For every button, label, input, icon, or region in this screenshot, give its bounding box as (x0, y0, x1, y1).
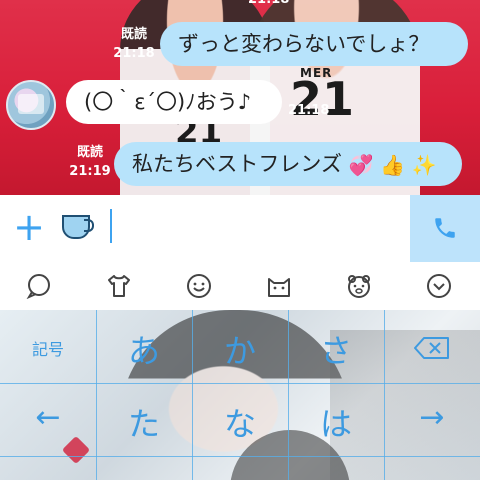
tshirt-icon[interactable] (106, 273, 132, 299)
plus-icon[interactable]: + (12, 207, 46, 247)
key-divider (384, 310, 385, 480)
message-time: 21:18 (288, 103, 330, 118)
key-na[interactable]: な (192, 399, 288, 445)
bear-icon[interactable] (346, 273, 372, 299)
key-sa[interactable]: さ (288, 326, 384, 372)
call-button[interactable] (410, 195, 480, 262)
sparkling-hearts-emoji: 💞 (348, 153, 374, 177)
message-time-top: 21:18 (248, 0, 289, 9)
key-divider (0, 383, 480, 384)
cat-emoticon-icon[interactable] (266, 273, 292, 299)
teacup-sticker-icon[interactable] (58, 209, 94, 245)
chevron-down-icon[interactable] (426, 273, 452, 299)
heart-decoration (61, 435, 91, 465)
message-time: 21:19 (69, 164, 111, 179)
message-bubble-outgoing[interactable]: 私たちベストフレンズ 💞 👍 ✨ (114, 142, 462, 186)
backspace-icon[interactable] (414, 336, 450, 360)
message-meta: 既読 21:18 (110, 25, 158, 63)
key-a[interactable]: あ (96, 326, 192, 372)
key-right-arrow[interactable]: → (384, 400, 480, 435)
key-divider (0, 456, 480, 457)
contact-avatar[interactable] (6, 80, 56, 130)
message-meta: 既読 21:19 (66, 143, 114, 181)
thumbs-up-emoji: 👍 (380, 153, 406, 177)
chat-area: MER 21 21 21:18 既読 21:18 ずっと変わらないでしょ？ (〇… (0, 0, 480, 195)
smiley-icon[interactable] (186, 273, 212, 299)
avatar-image (18, 94, 44, 114)
message-text: 私たちベストフレンズ (132, 152, 342, 176)
speech-bubble-icon[interactable] (26, 273, 52, 299)
key-left-arrow[interactable]: ← (0, 400, 96, 435)
kana-keyboard: 記号 あ か さ ← た な は → (0, 310, 480, 480)
cup-handle (84, 219, 94, 232)
message-time: 21:18 (113, 46, 155, 61)
message-bubble-incoming[interactable]: (〇｀ε´〇)ﾉおう♪ (66, 80, 282, 124)
key-ta[interactable]: た (96, 399, 192, 445)
key-ha[interactable]: は (288, 399, 384, 445)
read-receipt: 既読 (120, 27, 147, 42)
sparkles-emoji: ✨ (411, 153, 437, 177)
message-bubble-outgoing[interactable]: ずっと変わらないでしょ？ (160, 22, 468, 66)
message-input-bar: + (0, 195, 480, 263)
key-symbols[interactable]: 記号 (0, 336, 96, 360)
read-receipt: 既読 (76, 145, 103, 160)
keyboard-toolbar (0, 262, 480, 311)
message-input-caret[interactable] (110, 209, 112, 243)
phone-icon (435, 218, 455, 238)
key-ka[interactable]: か (192, 326, 288, 372)
